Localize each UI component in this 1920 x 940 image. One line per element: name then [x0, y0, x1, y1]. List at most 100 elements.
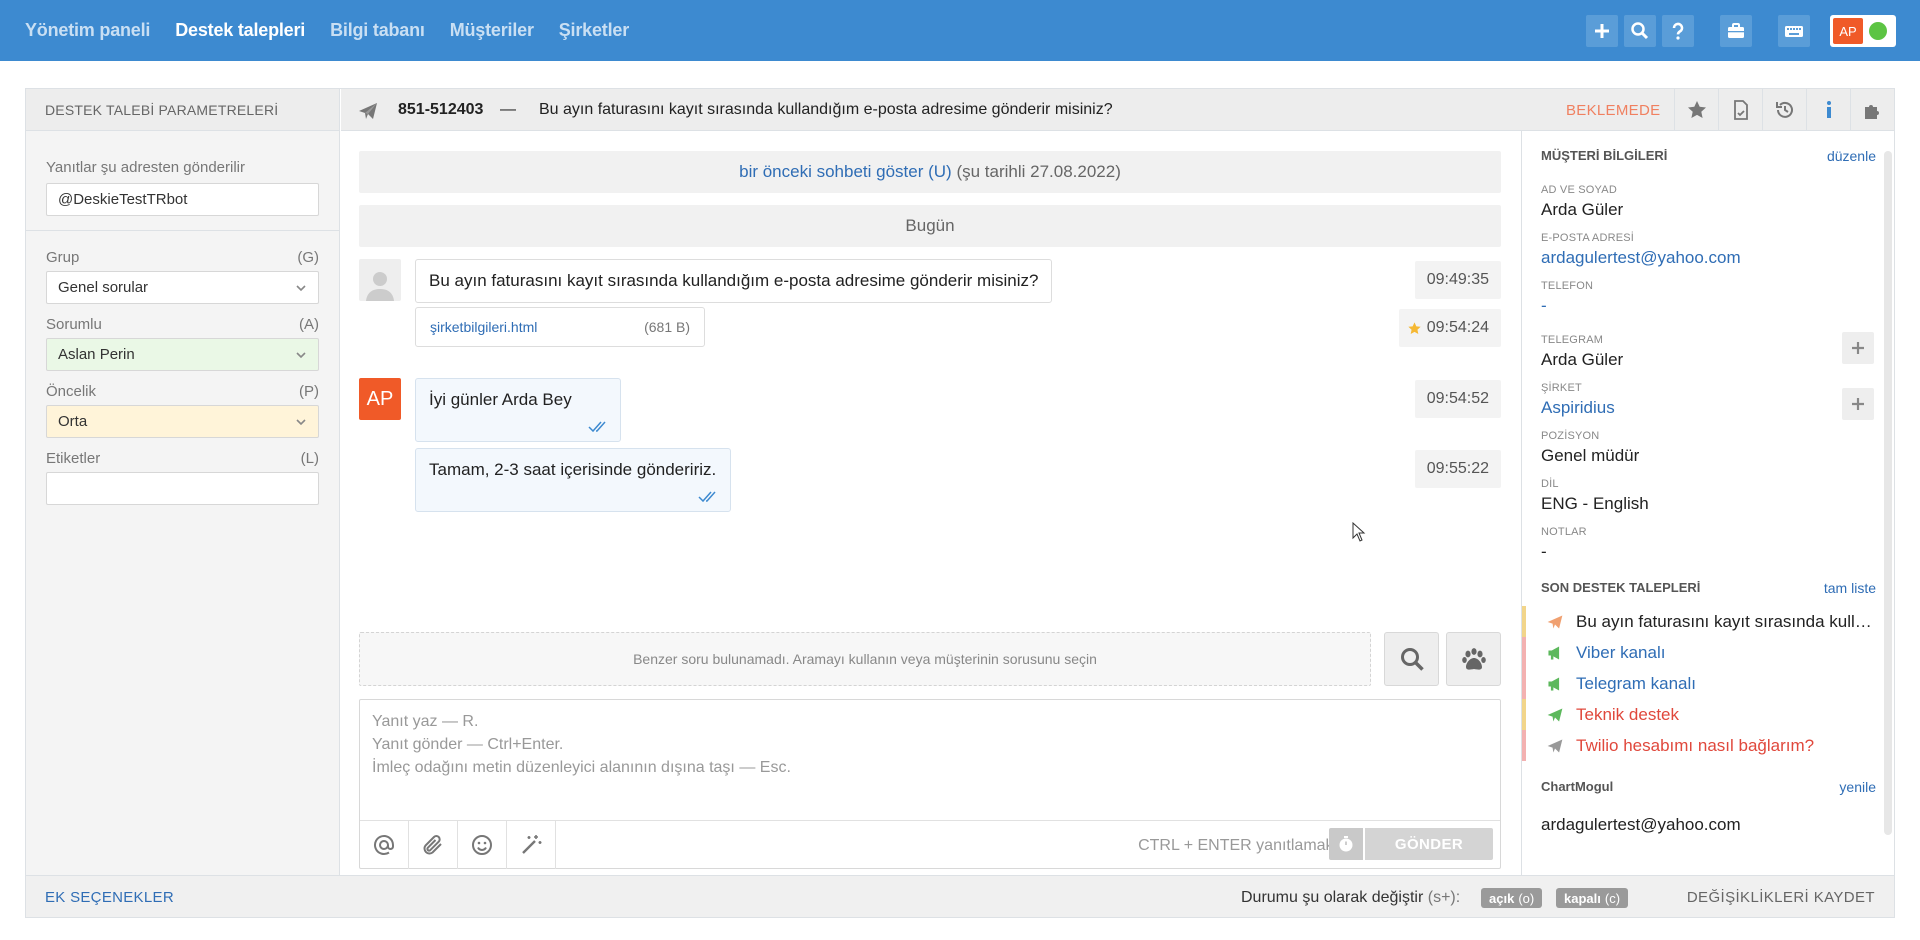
plugins-button[interactable]	[1850, 89, 1894, 131]
priority-label: Öncelik	[46, 383, 97, 400]
user-menu[interactable]: AP	[1830, 15, 1896, 47]
attach-button[interactable]	[409, 820, 458, 869]
recent-ticket-title: Twilio hesabımı nasıl bağlarım?	[1576, 735, 1815, 755]
emoji-button[interactable]	[458, 820, 507, 869]
section-title: MÜŞTERİ BİLGİLERİ	[1541, 148, 1668, 163]
field-label: E-POSTA ADRESİ	[1541, 232, 1635, 244]
puzzle-icon	[1864, 105, 1879, 119]
message-text: İyi günler Arda Bey	[429, 390, 572, 409]
add-email-button[interactable]	[1842, 332, 1874, 364]
question-icon	[1672, 22, 1684, 40]
status-closed-button[interactable]: kapalı (c)	[1556, 888, 1629, 908]
mention-button[interactable]	[360, 820, 409, 869]
assignee-shortcut: (A)	[299, 316, 319, 333]
briefcase-button[interactable]	[1720, 15, 1752, 47]
agent-message: Tamam, 2-3 saat içerisinde göndeririz.	[415, 448, 732, 512]
info-button[interactable]	[1806, 89, 1850, 131]
customer-email[interactable]: ardagulertest@yahoo.com	[1522, 248, 1894, 268]
customer-avatar	[359, 259, 401, 301]
online-status-indicator	[1869, 22, 1887, 40]
customer-company[interactable]: Aspiridius	[1522, 398, 1894, 418]
paw-button[interactable]	[1446, 632, 1501, 686]
recent-ticket-item[interactable]: Twilio hesabımı nasıl bağlarım?	[1522, 730, 1894, 761]
edit-customer-link[interactable]: düzenle	[1827, 148, 1876, 164]
attachment[interactable]: şirketbilgileri.html (681 B)	[415, 307, 705, 347]
recent-ticket-item[interactable]: Teknik destek	[1522, 699, 1894, 730]
paper-plane-icon	[1547, 738, 1563, 753]
attachment-name[interactable]: şirketbilgileri.html	[430, 319, 537, 335]
scheduled-send-button[interactable]	[1329, 828, 1363, 860]
add-phone-button[interactable]	[1842, 388, 1874, 420]
field-label: POZİSYON	[1541, 430, 1600, 442]
attachment-row: şirketbilgileri.html (681 B) 09:54:24	[359, 307, 1501, 349]
assignee-select[interactable]: Aslan Perin	[46, 338, 319, 371]
magic-wand-button[interactable]	[507, 820, 556, 869]
chartmogul-email: ardagulertest@yahoo.com	[1541, 815, 1741, 834]
nav-knowledge-base[interactable]: Bilgi tabanı	[330, 20, 425, 41]
extra-options-link[interactable]: EK SEÇENEKLER	[45, 889, 174, 906]
keyboard-button[interactable]	[1778, 15, 1810, 47]
favorite-button[interactable]	[1674, 89, 1718, 131]
message-row: AP İyi günler Arda Bey 09:54:52	[359, 378, 1501, 442]
ticket-frame: DESTEK TALEBİ PARAMETRELERİ Yanıtlar şu …	[25, 88, 1895, 918]
search-icon	[1400, 648, 1424, 671]
message-row: Bu ayın faturasını kayıt sırasında kulla…	[359, 259, 1501, 303]
recent-ticket-item[interactable]: Viber kanalı	[1522, 637, 1894, 668]
priority-value: Orta	[58, 413, 88, 430]
similar-questions-text: Benzer soru bulunamadı. Aramayı kullanın…	[633, 651, 1097, 667]
recent-ticket-item[interactable]: Telegram kanalı	[1522, 668, 1894, 699]
customer-phone[interactable]: -	[1522, 296, 1894, 316]
info-icon	[1826, 101, 1831, 118]
paper-plane-icon	[1547, 614, 1563, 629]
group-label: Grup	[46, 249, 80, 266]
search-similar-button[interactable]	[1384, 632, 1439, 686]
priority-shortcut: (P)	[299, 383, 319, 400]
save-changes-button[interactable]: DEĞİŞİKLİKLERİ KAYDET	[1687, 889, 1875, 906]
field-label: TELEFON	[1541, 280, 1594, 292]
tags-input[interactable]	[46, 472, 319, 505]
full-list-link[interactable]: tam liste	[1824, 580, 1876, 596]
megaphone-icon	[1548, 676, 1560, 691]
top-actions: AP	[1586, 15, 1896, 47]
panel-header: DESTEK TALEBİ PARAMETRELERİ	[26, 89, 339, 131]
status-open-button[interactable]: açık (o)	[1481, 888, 1543, 908]
status-closed-shortcut: (c)	[1604, 890, 1621, 906]
placeholder-line: Yanıt yaz — R.	[372, 713, 479, 730]
recent-tickets-header: SON DESTEK TALEPLERİ tam liste	[1522, 580, 1894, 596]
scrollbar[interactable]	[1884, 151, 1892, 835]
field-label: ŞİRKET	[1541, 382, 1582, 394]
ticket-actions	[1674, 89, 1894, 131]
document-button[interactable]	[1718, 89, 1762, 131]
nav-dashboard[interactable]: Yönetim paneli	[25, 20, 150, 41]
stopwatch-icon	[1339, 836, 1353, 852]
message-text: Tamam, 2-3 saat içerisinde göndeririz.	[429, 460, 717, 479]
previous-chat-banner[interactable]: bir önceki sohbeti göster (U) (şu tarihl…	[359, 151, 1501, 193]
refresh-link[interactable]: yenile	[1839, 779, 1876, 795]
nav-companies[interactable]: Şirketler	[559, 20, 629, 41]
reply-from-select[interactable]: @DeskieTestTRbot	[46, 183, 319, 216]
chevron-down-icon	[296, 284, 306, 291]
recent-ticket-item[interactable]: Bu ayın faturasını kayıt sırasında kulla…	[1522, 606, 1894, 637]
nav-tickets[interactable]: Destek talepleri	[175, 20, 305, 41]
priority-select[interactable]: Orta	[46, 405, 319, 438]
message-time: 09:49:35	[1414, 261, 1501, 299]
recent-tickets-list: Bu ayın faturasını kayıt sırasında kulla…	[1522, 606, 1894, 761]
help-button[interactable]	[1662, 15, 1694, 47]
agent-message: İyi günler Arda Bey	[415, 378, 621, 442]
change-status-shortcut: (s+):	[1427, 889, 1461, 906]
recent-ticket-title: Teknik destek	[1576, 704, 1679, 724]
megaphone-icon	[1548, 645, 1560, 660]
search-button[interactable]	[1624, 15, 1656, 47]
group-select[interactable]: Genel sorular	[46, 271, 319, 304]
field-label: DİL	[1541, 478, 1559, 490]
previous-chat-link[interactable]: bir önceki sohbeti göster (U)	[739, 162, 952, 182]
chevron-down-icon	[296, 418, 306, 425]
send-button[interactable]: GÖNDER	[1365, 828, 1493, 860]
ticket-status[interactable]: BEKLEMEDE	[1566, 102, 1660, 119]
paper-plane-icon	[1547, 707, 1563, 722]
nav-customers[interactable]: Müşteriler	[450, 20, 534, 41]
history-button[interactable]	[1762, 89, 1806, 131]
add-button[interactable]	[1586, 15, 1618, 47]
message-time: 09:54:52	[1414, 380, 1501, 418]
reply-editor[interactable]: Yanıt yaz — R. Yanıt gönder — Ctrl+Enter…	[359, 699, 1501, 869]
